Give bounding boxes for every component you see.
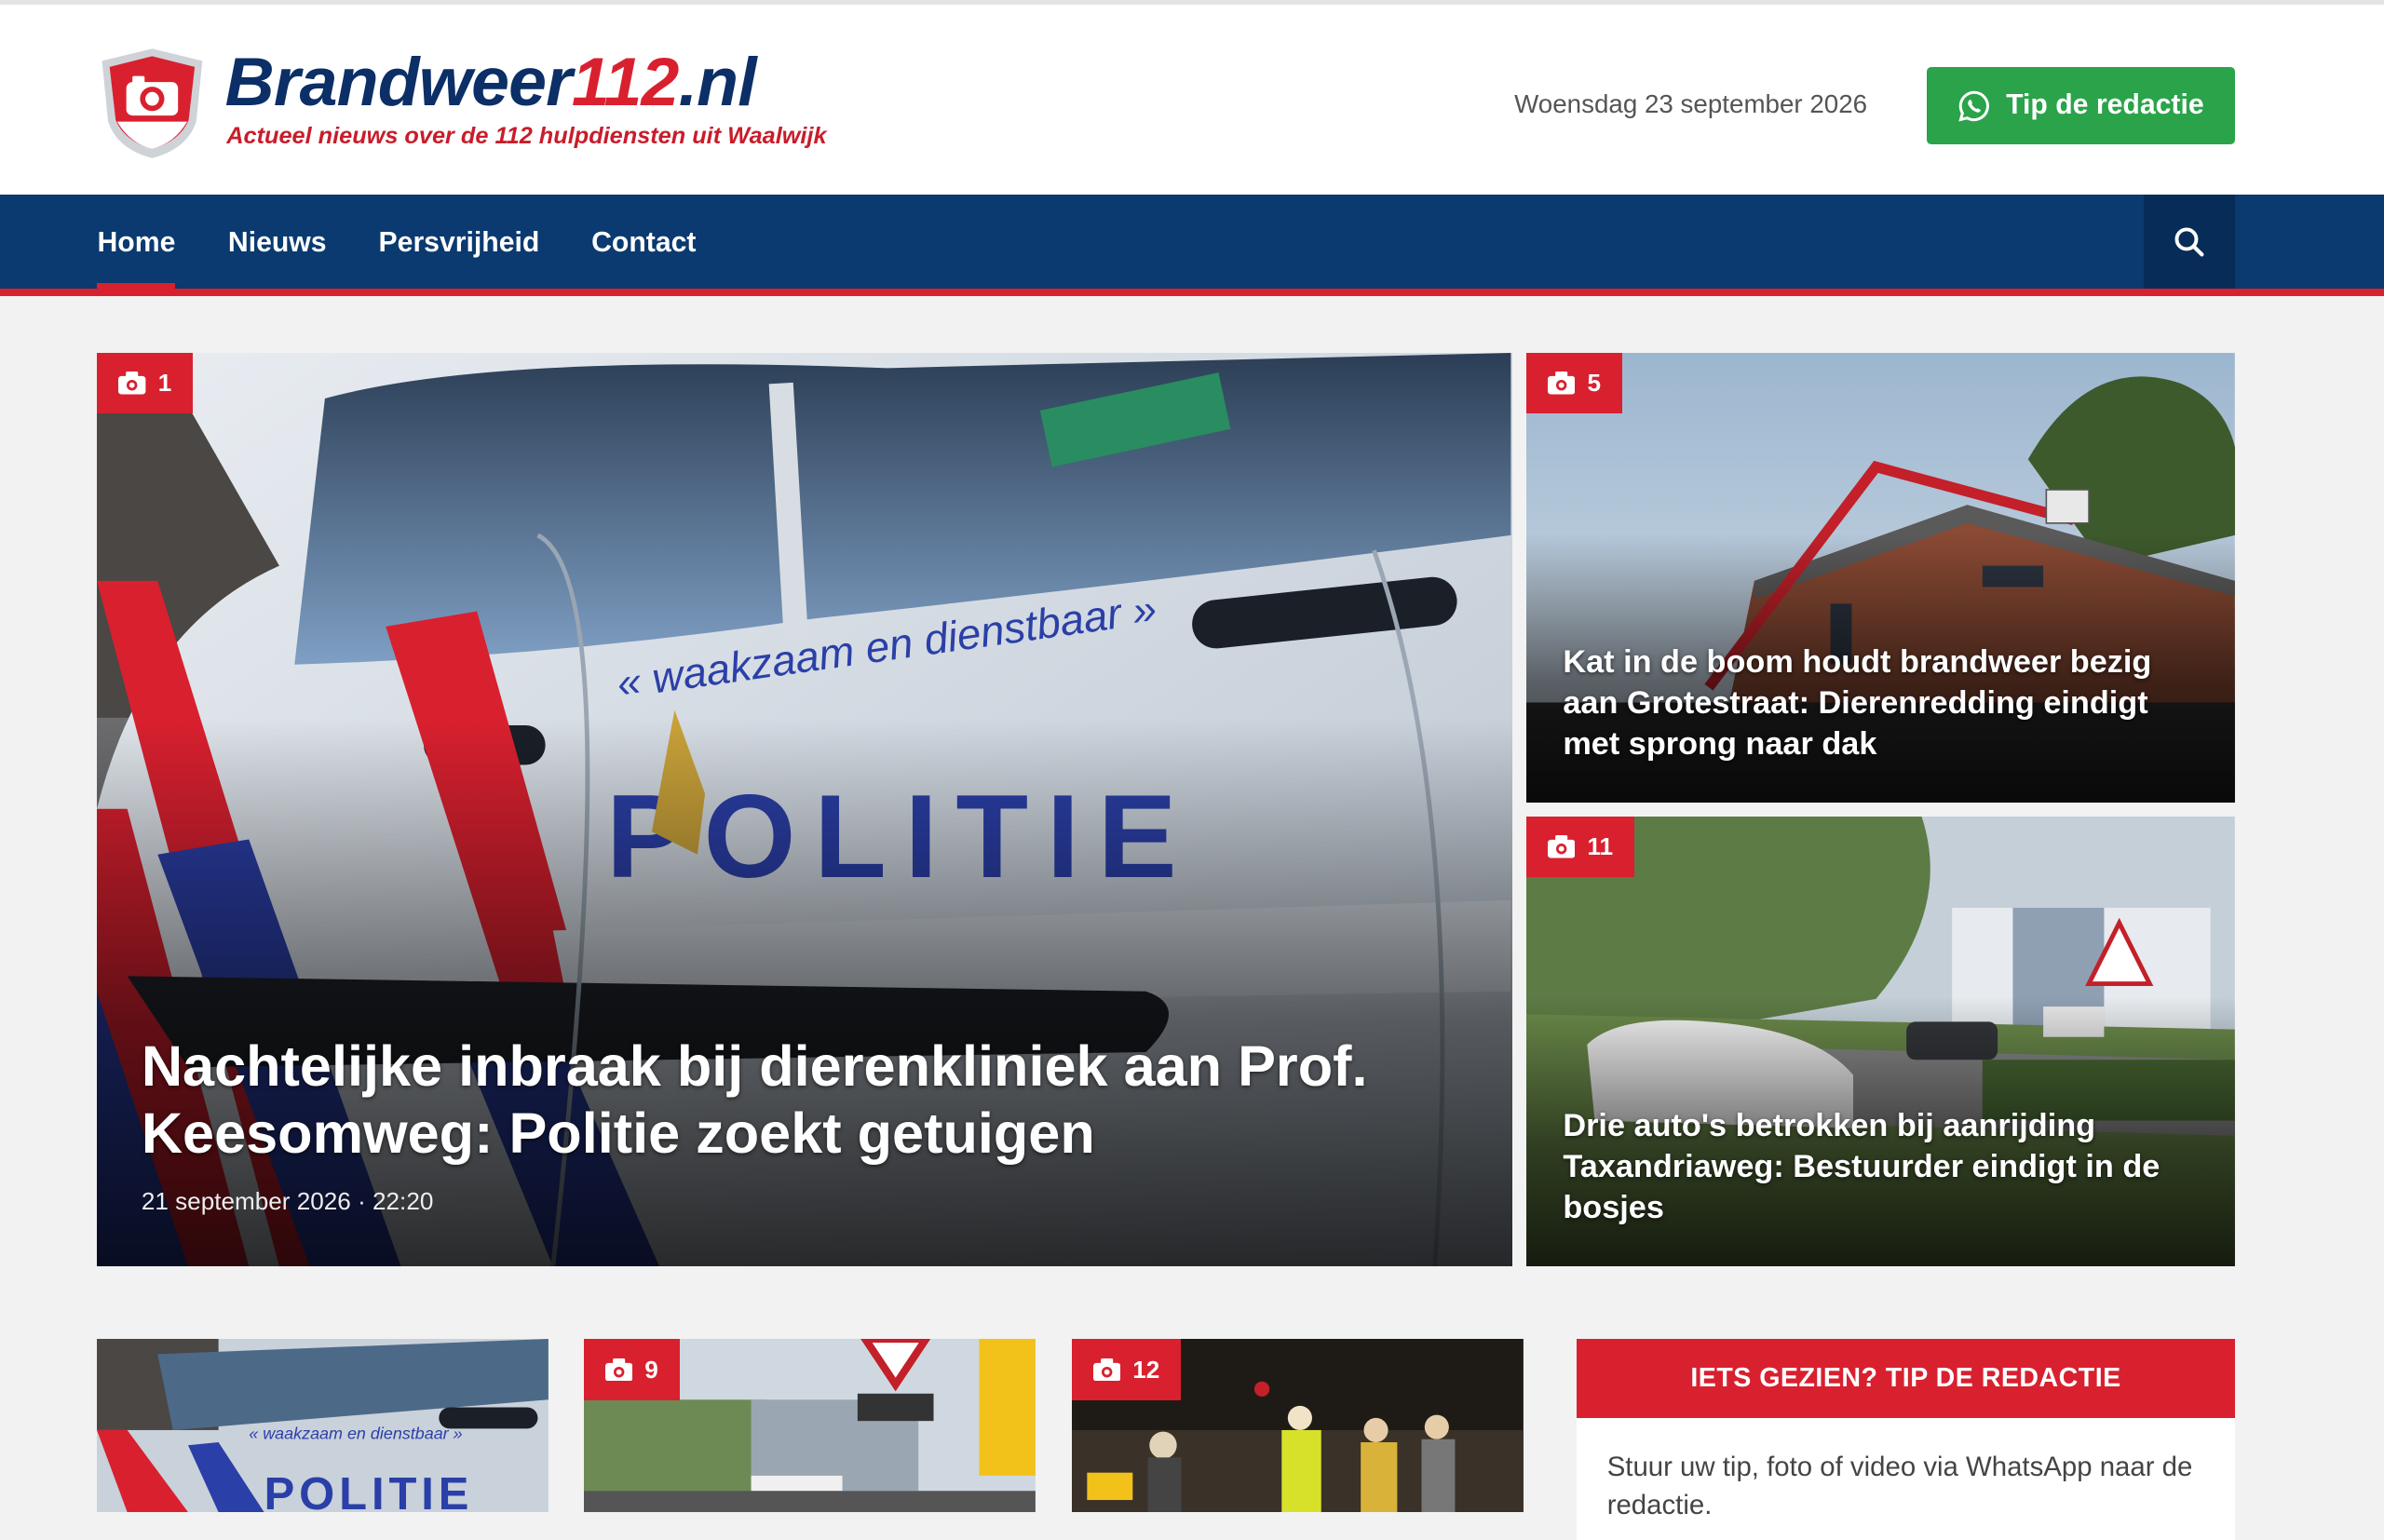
featured-side-article-1[interactable]: 5 Kat in de boom houdt brandweer bezig a… <box>1526 352 2235 804</box>
nav-item-persvrijheid[interactable]: Persvrijheid <box>379 195 540 289</box>
logo-camera-badge-icon[interactable] <box>96 46 209 161</box>
search-button[interactable] <box>2144 194 2235 290</box>
featured-side-title-2[interactable]: Drie auto's betrokken bij aanrijding Tax… <box>1563 1105 2186 1228</box>
logo-number: 112 <box>571 42 679 120</box>
nav-item-contact[interactable]: Contact <box>591 195 696 289</box>
camera-icon <box>118 371 146 395</box>
featured-gradient <box>97 718 1513 1266</box>
camera-icon <box>604 1358 633 1382</box>
camera-icon <box>1548 835 1576 858</box>
photo-count: 1 <box>157 368 172 397</box>
featured-main-meta: 21 september 2026 · 22:20 <box>141 1187 434 1216</box>
tip-de-redactie-button[interactable]: Tip de redactie <box>1926 66 2235 145</box>
police-car-thumbnail: POLITIE « waakzaam en dienstbaar » <box>97 1339 549 1513</box>
tipbox-heading: IETS GEZIEN? TIP DE REDACTIE <box>1577 1339 2235 1419</box>
photo-count-badge: 9 <box>583 1339 680 1400</box>
camera-icon <box>1548 371 1576 395</box>
search-icon <box>2174 227 2204 257</box>
logo-brand: Brandweer <box>224 42 573 120</box>
photo-count-badge: 11 <box>1526 816 1634 878</box>
photo-count-badge: 12 <box>1072 1339 1182 1400</box>
svg-text:« waakzaam en dienstbaar »: « waakzaam en dienstbaar » <box>250 1425 463 1443</box>
main-navigation: Home Nieuws Persvrijheid Contact <box>0 194 2384 297</box>
secondary-article-3[interactable]: 12 <box>1072 1339 1524 1513</box>
nav-item-nieuws[interactable]: Nieuws <box>228 195 327 289</box>
whatsapp-icon <box>1958 90 1989 122</box>
featured-main-article[interactable]: POLITIE « waakzaam en dienstbaar » 1 Nac… <box>97 352 1513 1266</box>
photo-count-badge: 1 <box>97 352 194 414</box>
photo-count-badge: 5 <box>1526 352 1622 414</box>
logo-tld: .nl <box>678 42 757 120</box>
photo-count: 9 <box>644 1355 658 1384</box>
featured-side-title-1[interactable]: Kat in de boom houdt brandweer bezig aan… <box>1563 642 2186 764</box>
logo-tagline: Actueel nieuws over de 112 hulpdiensten … <box>226 123 827 150</box>
nav-item-home[interactable]: Home <box>97 195 176 290</box>
site-header: Brandweer112.nl Actueel nieuws over de 1… <box>0 4 2384 195</box>
tip-button-label: Tip de redactie <box>2006 89 2204 121</box>
camera-icon <box>1092 1358 1121 1382</box>
featured-main-title[interactable]: Nachtelijke inbraak bij dierenkliniek aa… <box>142 1033 1449 1168</box>
secondary-article-2[interactable]: 9 <box>583 1339 1036 1513</box>
secondary-article-1[interactable]: POLITIE « waakzaam en dienstbaar » <box>97 1339 549 1513</box>
tipbox-body: Stuur uw tip, foto of video via WhatsApp… <box>1577 1418 2235 1540</box>
tipbox-text: Stuur uw tip, foto of video via WhatsApp… <box>1606 1451 2193 1520</box>
site-logo-title[interactable]: Brandweer112.nl <box>224 42 757 120</box>
photo-count: 11 <box>1587 831 1614 860</box>
photo-count: 5 <box>1587 368 1601 397</box>
svg-text:POLITIE: POLITIE <box>264 1469 474 1512</box>
photo-count: 12 <box>1132 1355 1160 1384</box>
header-date: Woensdag 23 september 2026 <box>1514 89 1868 119</box>
nav-red-underline <box>0 289 2384 297</box>
featured-side-article-2[interactable]: 11 Drie auto's betrokken bij aanrijding … <box>1526 816 2235 1266</box>
